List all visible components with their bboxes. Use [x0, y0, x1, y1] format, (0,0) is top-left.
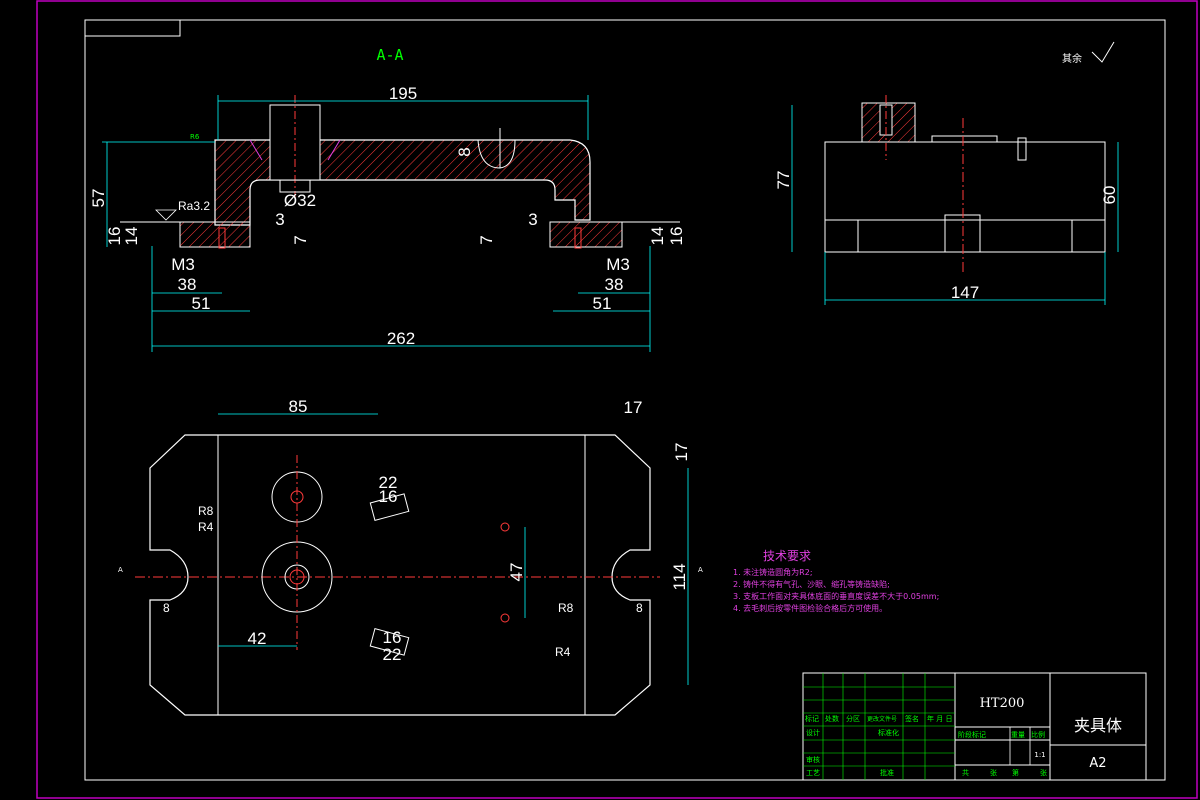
title-sheet-size: A2	[1089, 756, 1106, 771]
tb-role-design: 设计	[806, 728, 820, 737]
tb-row-label-5: 签名	[905, 714, 919, 723]
section-title: A-A	[376, 46, 403, 64]
tb-mid-standard: 标准化	[878, 728, 899, 737]
cad-drawing-canvas: A-A 195 262 57 Ø32 Ra3.2 R6 8 16 14 14 1…	[36, 0, 1198, 799]
dim-left-14: 14	[122, 227, 141, 246]
dim-r8-left: R8	[198, 504, 214, 518]
dim-height-60: 60	[1100, 186, 1119, 205]
left-foot	[179, 221, 251, 248]
tb-stage-mark: 阶段标记	[958, 730, 986, 739]
dim-depth-8: 8	[455, 147, 474, 156]
dim-radius-r6: R6	[190, 133, 200, 141]
dim-17-top: 17	[624, 398, 643, 417]
tb-row-label-6: 年 月 日	[927, 714, 952, 723]
dim-left-38: 38	[178, 275, 197, 294]
dim-22-bottom: 22	[383, 645, 402, 664]
dim-right-thread: M3	[606, 255, 630, 274]
dim-width-147: 147	[951, 283, 979, 302]
dim-47: 47	[507, 563, 526, 582]
dim-r8-right: R8	[558, 601, 574, 615]
tech-req-item-4: 4. 去毛刺后按零件图检验合格后方可使用。	[733, 603, 887, 613]
tb-role-review: 审核	[806, 755, 820, 764]
dim-height-77: 77	[774, 171, 793, 190]
dim-right-38: 38	[605, 275, 624, 294]
tech-req-item-2: 2. 铸件不得有气孔、沙眼、缩孔等铸造缺陷;	[733, 579, 890, 589]
section-mark-right: A	[698, 566, 703, 574]
dim-8-right: 8	[636, 601, 643, 615]
side-view-body	[824, 141, 1106, 253]
title-scale: 1:1	[1034, 751, 1045, 759]
dim-right-14: 14	[648, 227, 667, 246]
dim-roughness: Ra3.2	[178, 199, 210, 213]
dim-left-51: 51	[192, 294, 211, 313]
dim-16-top: 16	[379, 487, 398, 506]
tech-req-heading: 技术要求	[763, 549, 811, 563]
dim-total-length: 262	[387, 329, 415, 348]
dim-overall-width: 195	[389, 84, 417, 103]
dim-r4-left: R4	[198, 520, 214, 534]
tb-sheet-total: 共	[962, 768, 969, 777]
title-block: HT200 夹具体 A2 1:1 标记 处数 分区 更改文件号 签名 年 月 日…	[802, 672, 1147, 781]
tb-sheet-unit-1: 张	[990, 768, 997, 777]
dim-42: 42	[248, 629, 267, 648]
tb-row-label-1: 标记	[805, 714, 819, 723]
tb-sheet-no: 第	[1012, 768, 1019, 777]
dim-8-left: 8	[163, 601, 170, 615]
surface-finish-symbol	[1091, 41, 1115, 63]
sheet-outer-border	[36, 0, 1198, 799]
tech-req-item-3: 3. 支板工作面对夹具体底面的垂直度误差不大于0.05mm;	[733, 591, 939, 601]
tb-scale-label: 比例	[1031, 730, 1045, 739]
tb-row-label-3: 分区	[846, 714, 860, 723]
roughness-symbol	[155, 209, 177, 221]
tb-row-label-4: 更改文件号	[867, 715, 897, 723]
dim-114: 114	[670, 563, 689, 590]
dim-right-7: 7	[477, 235, 496, 244]
tb-role-process: 工艺	[806, 769, 820, 777]
tb-weight: 重量	[1011, 731, 1025, 739]
technical-requirements: 技术要求 1. 未注铸造圆角为R2; 2. 铸件不得有气孔、沙眼、缩孔等铸造缺陷…	[733, 549, 939, 613]
tb-row-label-2: 处数	[825, 714, 839, 723]
top-view-outline	[149, 434, 651, 716]
dim-85: 85	[289, 397, 308, 416]
surface-finish-note: 其余	[1062, 52, 1082, 65]
section-mark-left: A	[118, 566, 123, 574]
dim-height-57: 57	[89, 189, 108, 208]
dim-left-7: 7	[291, 235, 310, 244]
dim-left-thread: M3	[171, 255, 195, 274]
right-foot	[549, 221, 623, 248]
dim-right-3: 3	[528, 210, 537, 229]
title-part-name: 夹具体	[1074, 716, 1122, 735]
tb-mid-approve: 批准	[880, 768, 894, 777]
dim-bore: Ø32	[284, 191, 316, 210]
tech-req-item-1: 1. 未注铸造圆角为R2;	[733, 567, 813, 577]
dim-right-16: 16	[667, 227, 686, 246]
tb-sheet-unit-2: 张	[1040, 768, 1047, 777]
title-material: HT200	[980, 696, 1025, 711]
dim-left-3: 3	[275, 210, 284, 229]
section-view: A-A 195 262 57 Ø32 Ra3.2 R6 8 16 14 14 1…	[89, 46, 686, 352]
side-view: 77 60 147	[774, 95, 1119, 305]
drawing-code-box	[84, 19, 181, 37]
dim-17-side: 17	[672, 443, 691, 462]
dim-right-51: 51	[593, 294, 612, 313]
dim-r4-right: R4	[555, 645, 571, 659]
top-view: A A 85 17 17 114 47 42 22 16 16 22 R8 R4…	[118, 397, 703, 716]
